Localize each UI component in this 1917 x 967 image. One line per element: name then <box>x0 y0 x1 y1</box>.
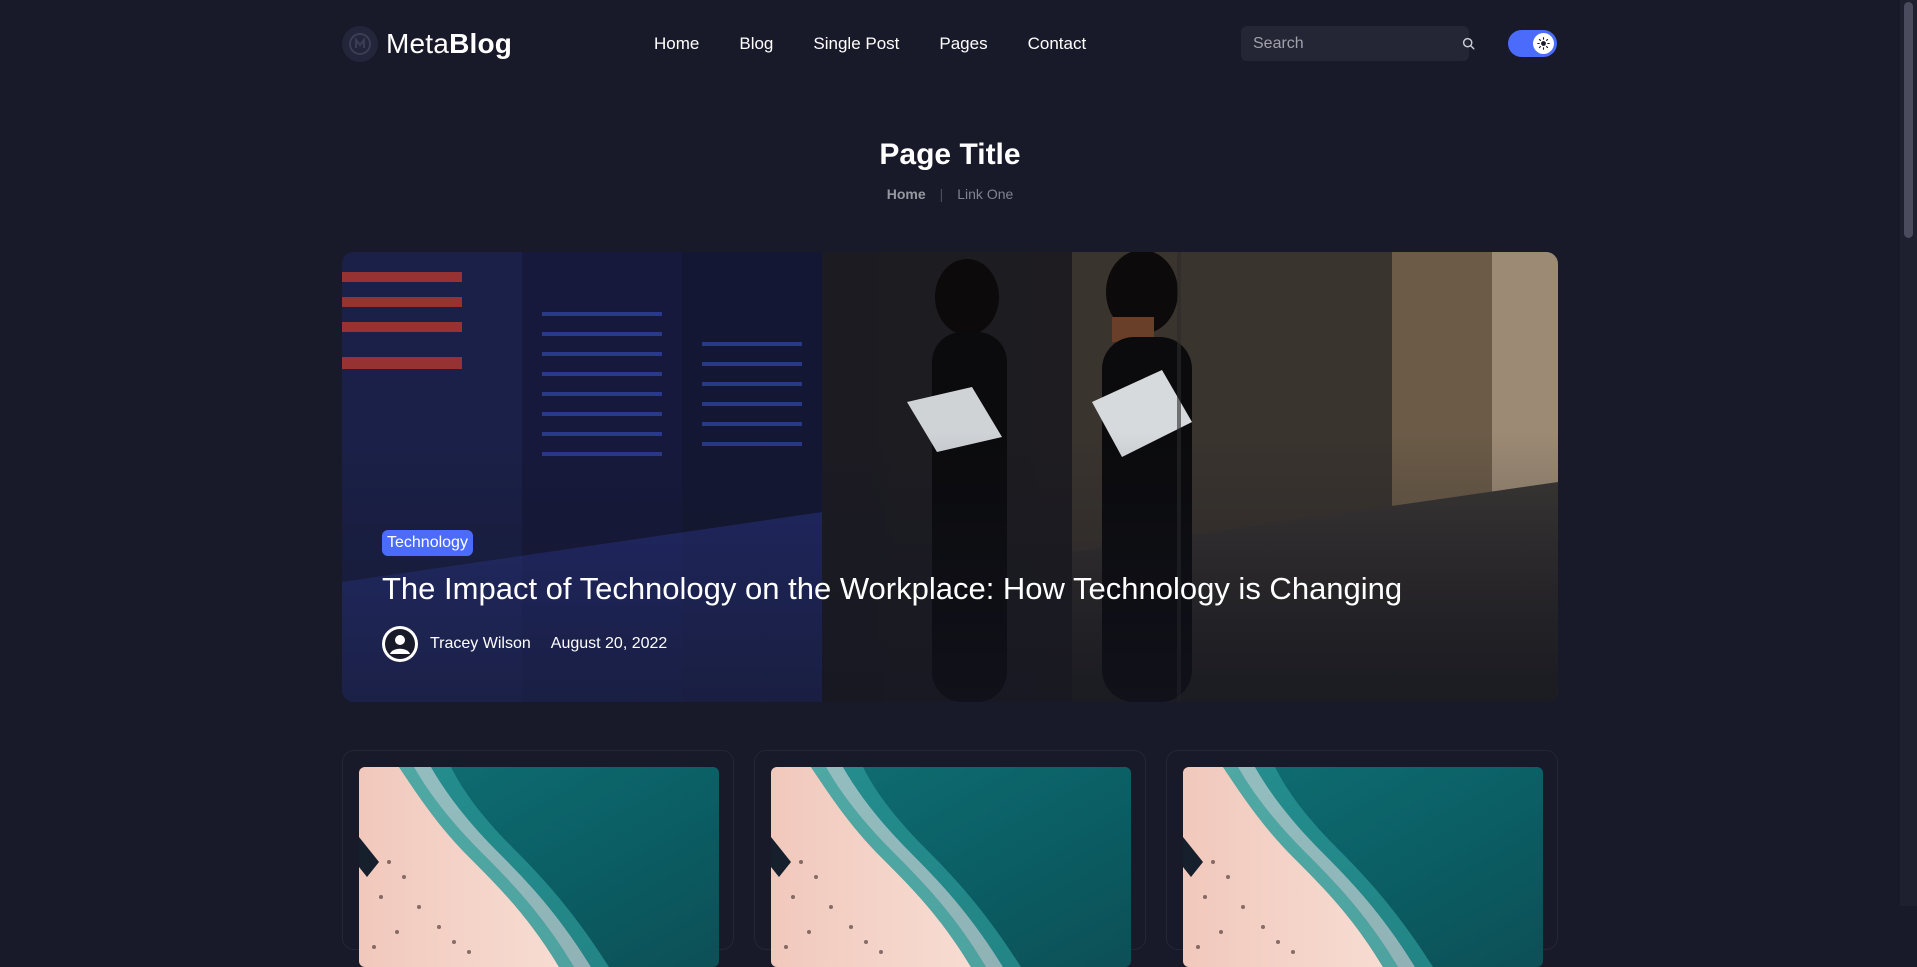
breadcrumb: Home | Link One <box>0 186 1900 202</box>
scrollbar-thumb[interactable] <box>1904 2 1913 238</box>
nav-contact-link[interactable]: Contact <box>1028 32 1087 56</box>
sun-icon <box>1533 33 1554 54</box>
breadcrumb-current: Link One <box>957 186 1014 202</box>
post-grid <box>342 750 1558 920</box>
beach-image <box>359 767 719 967</box>
logo-text-bold: Blog <box>449 28 513 59</box>
breadcrumb-home-link[interactable]: Home <box>887 186 926 202</box>
author-name[interactable]: Tracey Wilson <box>430 635 531 653</box>
featured-post-content: Technology The Impact of Technology on t… <box>382 530 1522 662</box>
theme-toggle[interactable] <box>1508 30 1557 57</box>
post-date: August 20, 2022 <box>550 635 668 652</box>
page-title: Page Title <box>879 138 1021 171</box>
search-input[interactable] <box>1251 33 1462 54</box>
category-badge[interactable]: Technology <box>382 530 473 556</box>
post-card[interactable] <box>342 750 734 950</box>
post-meta: Tracey Wilson August 20, 2022 <box>382 626 1522 662</box>
nav-pages-link[interactable]: Pages <box>939 32 987 56</box>
site-header: MetaBlog Home Blog Single Post Pages Con… <box>0 0 1900 88</box>
featured-post[interactable]: Technology The Impact of Technology on t… <box>342 252 1558 702</box>
beach-image <box>771 767 1131 967</box>
nav-blog-link[interactable]: Blog <box>739 32 773 56</box>
nav-single-post-link[interactable]: Single Post <box>813 32 899 56</box>
author-avatar-icon <box>382 626 418 662</box>
post-card-image <box>359 767 719 967</box>
logo-text: MetaBlog <box>386 28 512 60</box>
site-logo[interactable]: MetaBlog <box>342 24 512 64</box>
beach-image <box>1183 767 1543 967</box>
post-card-image <box>1183 767 1543 967</box>
post-card-image <box>771 767 1131 967</box>
nav-home-link[interactable]: Home <box>654 32 699 56</box>
search-icon[interactable] <box>1462 36 1475 52</box>
post-card[interactable] <box>754 750 1146 950</box>
breadcrumb-separator: | <box>939 186 944 202</box>
logo-icon <box>342 26 378 62</box>
logo-text-light: Meta <box>386 28 450 59</box>
page-scrollbar[interactable] <box>1900 0 1917 906</box>
featured-post-title[interactable]: The Impact of Technology on the Workplac… <box>382 570 1522 608</box>
post-card[interactable] <box>1166 750 1558 950</box>
search-box <box>1241 26 1475 61</box>
main-nav: Home Blog Single Post Pages Contact <box>654 32 1126 56</box>
